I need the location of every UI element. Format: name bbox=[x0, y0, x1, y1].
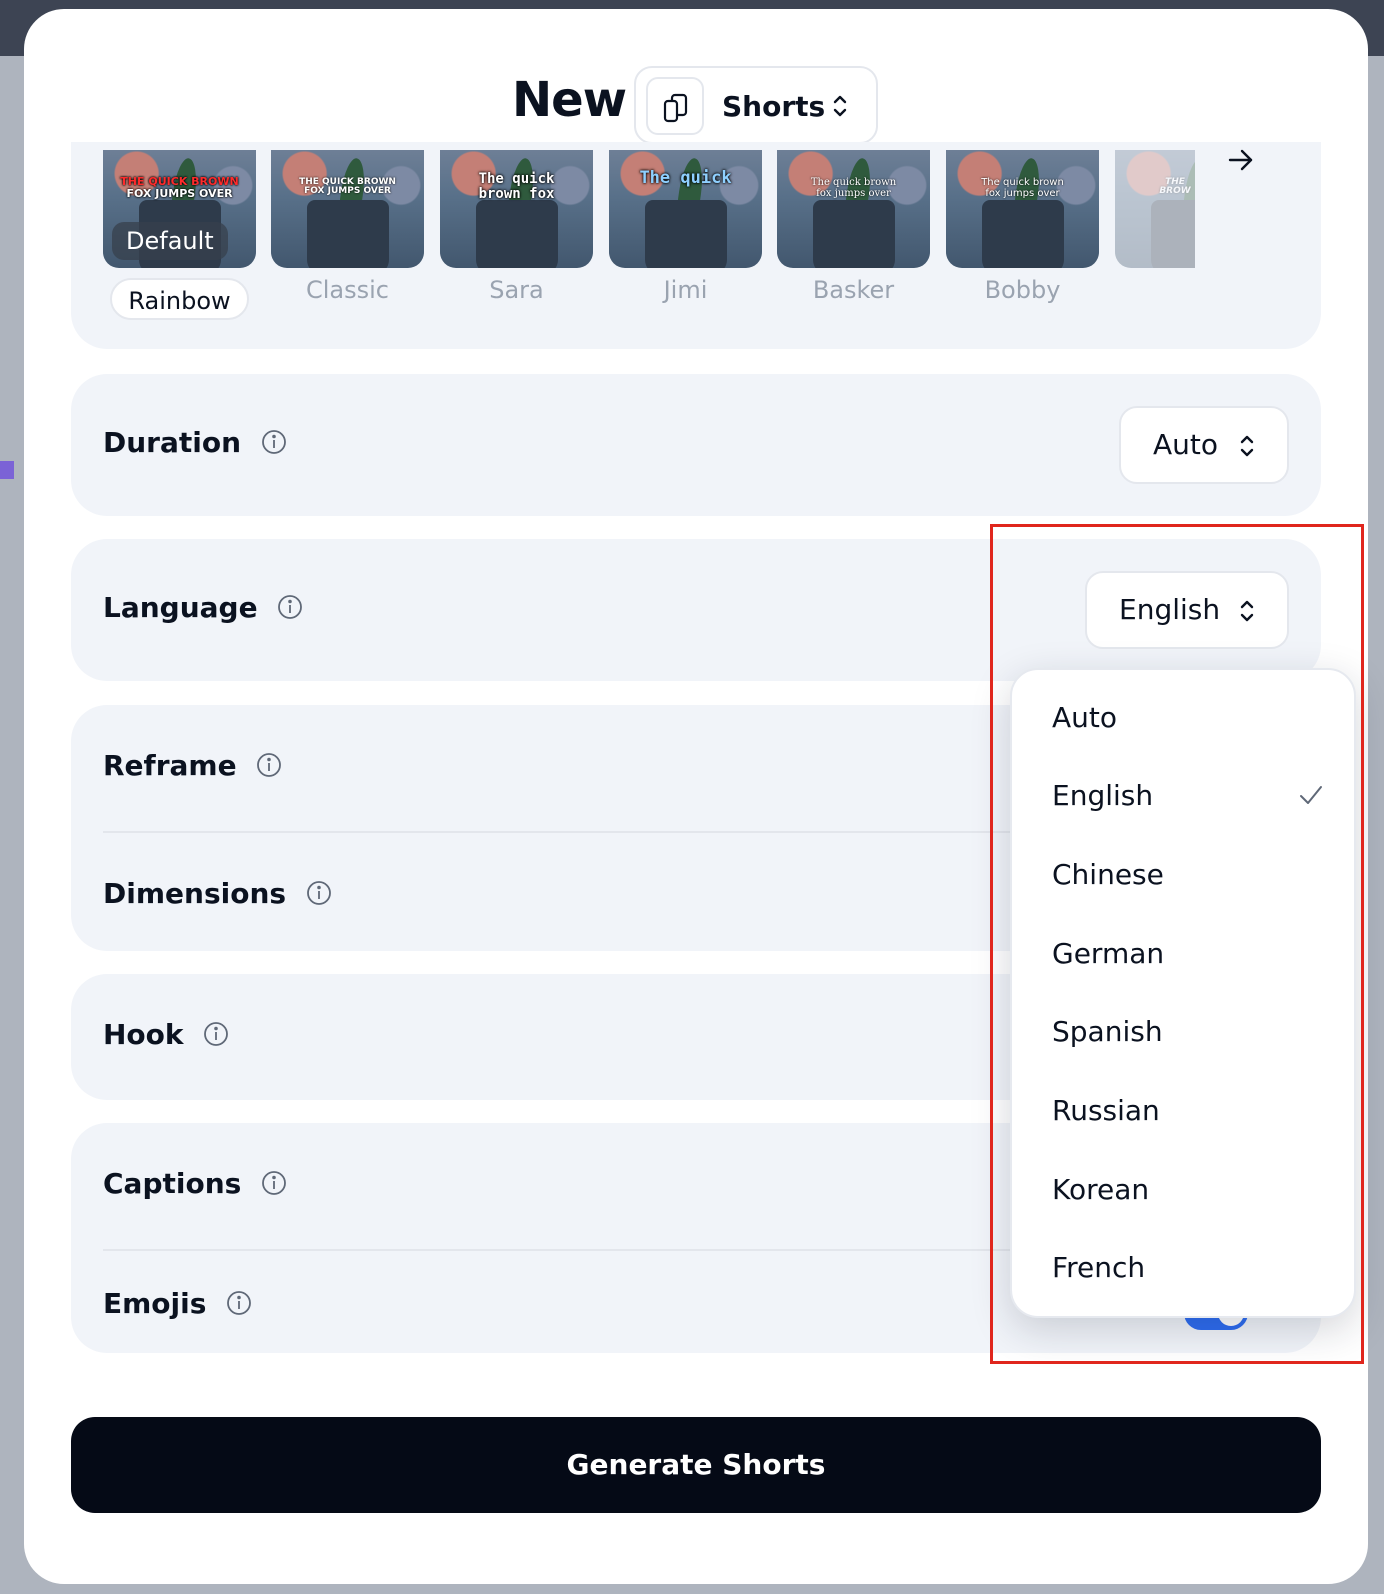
template-card-classic[interactable]: THE QUICK BROWN FOX JUMPS OVER Classic bbox=[271, 150, 424, 304]
info-icon[interactable] bbox=[277, 594, 303, 620]
modal-title: New bbox=[512, 72, 627, 128]
template-preview: The quick brown fox jumps over bbox=[946, 150, 1099, 268]
template-preview: THE QUICK BROWN FOX JUMPS OVER Default bbox=[103, 150, 256, 268]
generate-shorts-button[interactable]: Generate Shorts bbox=[71, 1417, 1321, 1513]
template-name: Jimi bbox=[663, 276, 708, 304]
language-value: English bbox=[1119, 593, 1221, 626]
language-option-auto[interactable]: Auto bbox=[1052, 688, 1332, 748]
duration-label: Duration bbox=[103, 426, 242, 459]
template-preview: The quick bbox=[609, 150, 762, 268]
language-row: Language English bbox=[71, 539, 1321, 681]
content-type-select[interactable]: Shorts bbox=[634, 66, 878, 144]
language-dropdown-menu: Auto English Chinese German Spanish Russ… bbox=[1010, 668, 1356, 1318]
template-card-sara[interactable]: The quick brown fox Sara bbox=[440, 150, 593, 304]
duration-row: Duration Auto bbox=[71, 374, 1321, 516]
template-card-jimi[interactable]: The quick Jimi bbox=[609, 150, 762, 304]
template-preview: THE QUICK BROWN FOX JUMPS OVER bbox=[271, 150, 424, 268]
chevron-up-down-icon bbox=[833, 95, 847, 117]
template-card-bobby[interactable]: The quick brown fox jumps over Bobby bbox=[946, 150, 1099, 304]
template-name: Rainbow bbox=[110, 278, 249, 320]
copy-icon bbox=[646, 77, 704, 135]
language-option-french[interactable]: French bbox=[1052, 1238, 1332, 1298]
info-icon[interactable] bbox=[256, 752, 282, 778]
duration-select[interactable]: Auto bbox=[1119, 406, 1289, 484]
template-name: Bobby bbox=[984, 276, 1061, 304]
duration-value: Auto bbox=[1153, 428, 1219, 461]
backdrop-accent bbox=[0, 461, 14, 479]
language-option-english[interactable]: English bbox=[1052, 766, 1332, 826]
info-icon[interactable] bbox=[226, 1290, 252, 1316]
info-icon[interactable] bbox=[261, 1170, 287, 1196]
default-badge: Default bbox=[112, 222, 228, 260]
caption-templates-section: THE QUICK BROWN FOX JUMPS OVER Default Ra… bbox=[71, 142, 1321, 349]
reframe-label: Reframe bbox=[103, 749, 237, 782]
template-preview: The quick brown fox bbox=[440, 150, 593, 268]
template-name: Sara bbox=[489, 276, 544, 304]
language-select[interactable]: English bbox=[1085, 571, 1289, 649]
checkmark-icon bbox=[1300, 786, 1322, 804]
template-name: Classic bbox=[305, 276, 389, 304]
template-card-rainbow[interactable]: THE QUICK BROWN FOX JUMPS OVER Default Ra… bbox=[103, 150, 256, 320]
captions-label: Captions bbox=[103, 1167, 242, 1200]
template-card-basker[interactable]: The quick brown fox jumps over Basker bbox=[777, 150, 930, 304]
info-icon[interactable] bbox=[306, 880, 332, 906]
language-option-chinese[interactable]: Chinese bbox=[1052, 845, 1332, 905]
emojis-label: Emojis bbox=[103, 1287, 207, 1320]
info-icon[interactable] bbox=[203, 1021, 229, 1047]
content-type-value: Shorts bbox=[722, 90, 826, 123]
modal-header: New Shorts bbox=[24, 66, 1368, 144]
arrow-right-icon[interactable] bbox=[1227, 148, 1255, 172]
template-name: Basker bbox=[812, 276, 895, 304]
info-icon[interactable] bbox=[261, 429, 287, 455]
language-option-korean[interactable]: Korean bbox=[1052, 1160, 1332, 1220]
template-card-partial[interactable]: THEBROW Be bbox=[1115, 150, 1195, 268]
language-option-german[interactable]: German bbox=[1052, 924, 1332, 984]
dimensions-label: Dimensions bbox=[103, 877, 287, 910]
language-label: Language bbox=[103, 591, 258, 624]
language-option-russian[interactable]: Russian bbox=[1052, 1081, 1332, 1141]
hook-label: Hook bbox=[103, 1018, 184, 1051]
template-preview: THE BROW bbox=[1115, 150, 1195, 268]
template-preview: The quick brown fox jumps over bbox=[777, 150, 930, 268]
chevron-up-down-icon bbox=[1240, 435, 1254, 457]
chevron-up-down-icon bbox=[1240, 600, 1254, 622]
language-option-spanish[interactable]: Spanish bbox=[1052, 1002, 1332, 1062]
